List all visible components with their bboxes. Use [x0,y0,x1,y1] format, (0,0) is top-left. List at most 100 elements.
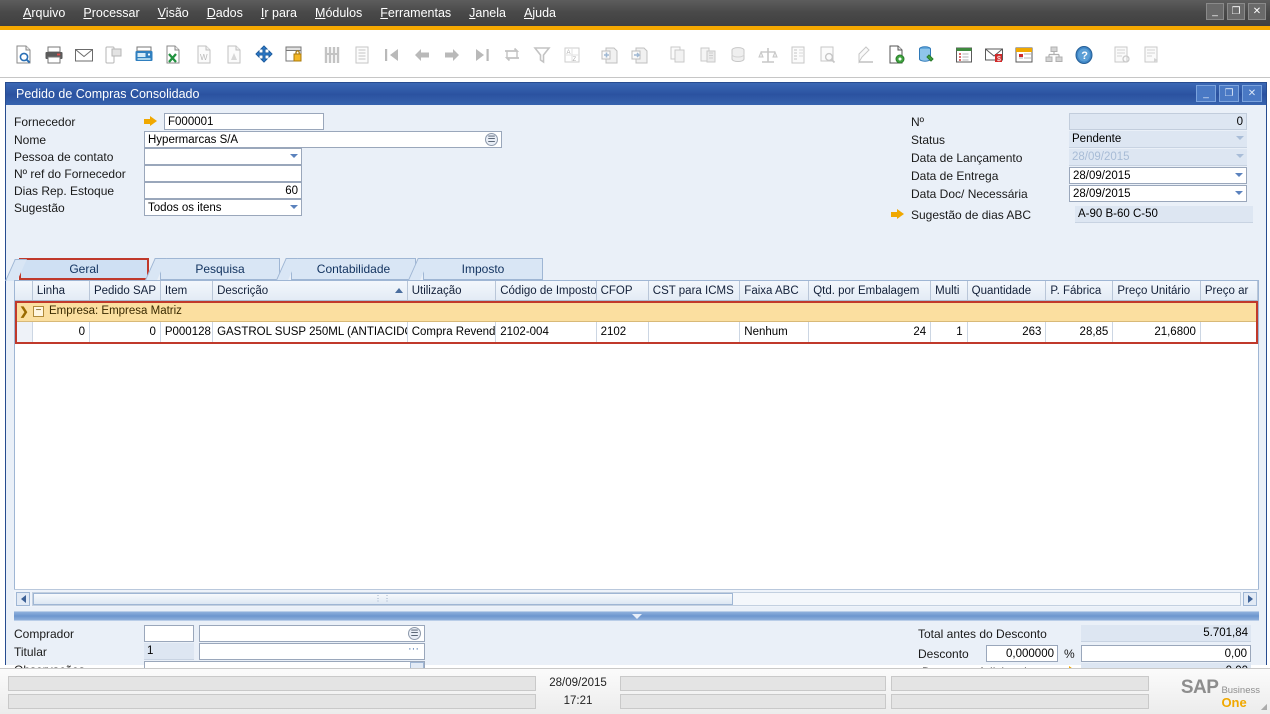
grid-header-pedido-sap[interactable]: Pedido SAP [89,281,161,300]
group-collapse-icon[interactable]: − [33,305,44,317]
link-arrow-icon[interactable] [891,209,905,220]
menu-item-arquivo[interactable]: Arquivo [14,4,74,22]
dias-rep-estoque-input[interactable]: 60 [144,182,302,199]
email-icon[interactable] [70,39,98,69]
previous-record-icon[interactable] [408,39,436,69]
cell-quantidade[interactable]: 263 [967,322,1047,343]
app-maximize-button[interactable]: ❐ [1227,3,1245,20]
grid-header-cst-icms[interactable]: CST para ICMS [648,281,741,300]
next-record-icon[interactable] [438,39,466,69]
desconto-percent-input[interactable]: 0,000000 [986,645,1058,662]
tab-contabilidade[interactable]: Contabilidade [276,258,416,280]
services-icon[interactable] [912,39,940,69]
menu-item-visao[interactable]: Visão [149,4,198,22]
grid-header-preco-unitario[interactable]: Preço Unitário [1113,281,1201,300]
lock-icon[interactable] [280,39,308,69]
org-chart-icon[interactable] [1040,39,1068,69]
print-icon[interactable] [40,39,68,69]
titular-name-input[interactable]: ··· [199,643,425,660]
export-to-word-icon[interactable]: W [190,39,218,69]
refresh-icon[interactable] [498,39,526,69]
menu-item-processar[interactable]: Processar [74,4,148,22]
paste-icon[interactable] [694,39,722,69]
print-preview-icon[interactable] [10,39,38,69]
sugestao-select[interactable]: Todos os itens [144,199,302,216]
grid-header-linha[interactable]: Linha [32,281,90,300]
splitter-handle-icon[interactable] [631,613,642,619]
grid-group-row[interactable]: ❯ − Empresa: Empresa Matriz [15,301,1258,322]
comprador-list-button[interactable]: ☰ [408,627,421,640]
app-minimize-button[interactable]: _ [1206,3,1224,20]
data-doc-necessaria-input[interactable]: 28/09/2015 [1069,185,1247,202]
comprador-name-input[interactable]: ☰ [199,625,425,642]
grid-header-descricao[interactable]: Descrição [213,281,408,300]
cell-faixa-abc[interactable]: Nenhum [740,322,810,343]
scroll-left-button[interactable] [16,591,30,606]
comprador-code-input[interactable] [144,625,194,642]
scroll-thumb[interactable]: ⋮⋮ [33,592,733,605]
table-row[interactable]: 0 0 P000128 GASTROL SUSP 250ML (ANTIACID… [15,322,1259,343]
status-select[interactable]: Pendente [1069,131,1247,148]
tab-imposto[interactable]: Imposto [408,258,543,280]
find-icon[interactable] [318,39,346,69]
document-lines-icon[interactable] [784,39,812,69]
grid-horizontal-scrollbar[interactable]: ⋮⋮ [14,589,1259,607]
nome-list-button[interactable]: ☰ [485,133,498,146]
cell-preco-ar[interactable] [1200,322,1259,343]
panel-splitter[interactable] [14,611,1259,621]
add-row-icon[interactable] [596,39,624,69]
cell-qtd-embalagem[interactable]: 24 [809,322,932,343]
tab-pesquisa[interactable]: Pesquisa [145,258,280,280]
cell-codigo-imposto[interactable]: 2102-004 [496,322,597,343]
calendar-icon[interactable] [1010,39,1038,69]
new-document-icon[interactable] [882,39,910,69]
pessoa-contato-select[interactable] [144,148,302,165]
titular-browse-button[interactable]: ··· [408,643,419,655]
grid-header-faixa-abc[interactable]: Faixa ABC [740,281,810,300]
num-ref-fornecedor-input[interactable] [144,165,302,182]
grid-header-quantidade[interactable]: Quantidade [967,281,1047,300]
menu-item-dados[interactable]: Dados [198,4,252,22]
cell-utilizacao[interactable]: Compra Revenda [407,322,497,343]
cell-item[interactable]: P000128 [160,322,214,343]
menu-item-janela[interactable]: Janela [460,4,515,22]
grid-header-preco-ar[interactable]: Preço ar [1200,281,1259,300]
database-icon[interactable] [724,39,752,69]
export-to-excel-icon[interactable] [160,39,188,69]
cell-cst-icms[interactable] [648,322,741,343]
grid-header-utilizacao[interactable]: Utilização [407,281,497,300]
report-icon[interactable] [1108,39,1136,69]
desconto-value-input[interactable]: 0,00 [1081,645,1251,662]
resize-grip-icon[interactable]: ◢ [1261,702,1267,711]
cell-preco-unitario[interactable]: 21,6800 [1113,322,1201,343]
fax-icon[interactable] [130,39,158,69]
cell-linha[interactable]: 0 [32,322,90,343]
cell-multi[interactable]: 1 [931,322,968,343]
grid-header-qtd-embalagem[interactable]: Qtd. por Embalagem [809,281,932,300]
query-icon[interactable] [814,39,842,69]
cell-cfop[interactable]: 2102 [596,322,649,343]
cell-p-fabrica[interactable]: 28,85 [1046,322,1114,343]
copy-icon[interactable] [664,39,692,69]
link-arrow-icon[interactable] [144,116,158,127]
scales-icon[interactable] [754,39,782,69]
row-selector-cell[interactable] [15,322,33,343]
tab-geral[interactable]: Geral [5,258,149,281]
cell-pedido-sap[interactable]: 0 [89,322,161,343]
sort-icon[interactable]: AZ [558,39,586,69]
grid-header-select[interactable] [15,281,33,300]
grid-header-p-fabrica[interactable]: P. Fábrica [1046,281,1114,300]
cell-descricao[interactable]: GASTROL SUSP 250ML (ANTIACIDO) [213,322,408,343]
nome-input[interactable]: Hypermarcas S/A ☰ [144,131,502,148]
grid-header-cfop[interactable]: CFOP [596,281,649,300]
titular-code-input[interactable]: 1 [144,643,194,660]
chevron-down-icon[interactable] [1235,173,1243,177]
fornecedor-input[interactable]: F000001 [164,113,324,130]
menu-item-ajuda[interactable]: Ajuda [515,4,565,22]
scroll-right-button[interactable] [1243,591,1257,606]
edit-icon[interactable] [852,39,880,69]
grid-header-item[interactable]: Item [160,281,214,300]
chevron-down-icon[interactable] [1235,191,1243,195]
grid-header-multi[interactable]: Multi [931,281,968,300]
list-icon[interactable] [348,39,376,69]
